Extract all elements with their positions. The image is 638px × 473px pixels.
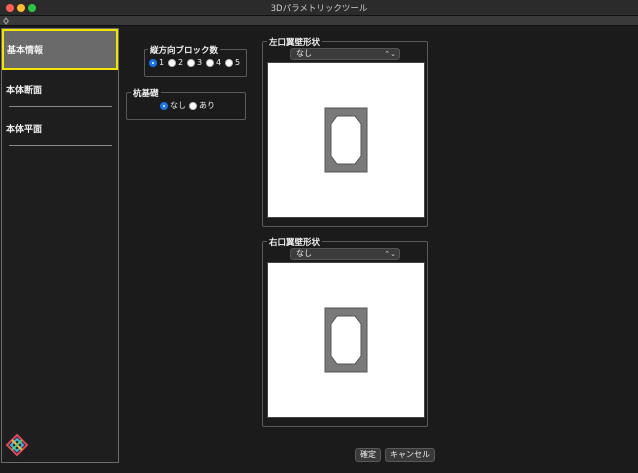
radio-unselected-icon [168,58,176,67]
radio-block-3[interactable]: 3 [187,58,202,67]
sidebar: 基本情報 本体断面 本体平面 [1,28,119,463]
updown-chevron-icon: ⌃⌄ [384,50,396,58]
sidebar-item-basic-info[interactable]: 基本情報 [2,29,118,70]
right-wing-title: 右口翼壁形状 [267,236,323,248]
block-count-title: 縦方向ブロック数 [148,44,221,56]
pile-foundation-group: 杭基礎 なし あり [126,87,246,120]
sidebar-item-label: 本体平面 [6,125,43,135]
confirm-button[interactable]: 確定 [355,448,381,462]
divider [9,145,112,146]
sidebar-item-body-section[interactable]: 本体断面 [2,80,118,106]
left-wing-group: 左口翼壁形状 なし ⌃⌄ [262,36,428,227]
radio-label: 5 [235,58,241,67]
diamond-icon[interactable] [3,17,9,25]
radio-unselected-icon [225,58,233,67]
updown-chevron-icon: ⌃⌄ [384,250,396,258]
title-bar: 3Dパラメトリックツール [0,0,638,16]
radio-block-5[interactable]: 5 [225,58,240,67]
cancel-button[interactable]: キャンセル [385,448,435,462]
radio-pile-present[interactable]: あり [189,100,215,111]
left-wing-preview [267,62,425,218]
culvert-section-icon [324,107,368,173]
sidebar-item-label: 基本情報 [7,46,44,56]
right-wing-preview [267,262,425,418]
toolbar [0,16,638,26]
radio-unselected-icon [189,101,197,110]
radio-block-4[interactable]: 4 [206,58,221,67]
select-value: なし [296,49,312,58]
radio-block-2[interactable]: 2 [168,58,183,67]
right-wing-select[interactable]: なし ⌃⌄ [290,248,400,260]
left-wing-select[interactable]: なし ⌃⌄ [290,48,400,60]
radio-pile-none[interactable]: なし [160,100,186,111]
sidebar-item-label: 本体断面 [6,86,43,96]
left-wing-title: 左口翼壁形状 [267,36,323,48]
radio-unselected-icon [187,58,195,67]
radio-label: 4 [216,58,222,67]
culvert-section-icon [324,307,368,373]
window-title: 3Dパラメトリックツール [270,4,368,14]
right-wing-group: 右口翼壁形状 なし ⌃⌄ [262,236,428,427]
radio-label: あり [199,101,215,110]
radio-label: 1 [159,58,165,67]
radio-label: 3 [197,58,203,67]
radio-unselected-icon [206,58,214,67]
radio-selected-icon [149,58,157,67]
app-logo-icon [5,433,29,457]
select-value: なし [296,249,312,258]
radio-block-1[interactable]: 1 [149,58,164,67]
radio-selected-icon [160,101,168,110]
radio-label: 2 [178,58,184,67]
radio-label: なし [170,101,186,110]
divider [9,106,112,107]
sidebar-item-body-plan[interactable]: 本体平面 [2,119,118,145]
block-count-group: 縦方向ブロック数 1 2 3 4 5 [144,44,247,77]
pile-foundation-title: 杭基礎 [131,87,161,99]
